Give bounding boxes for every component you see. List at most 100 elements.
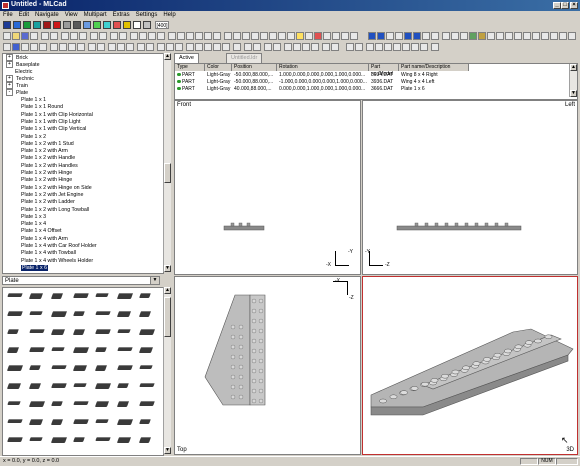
part-thumbnail[interactable] bbox=[117, 329, 131, 333]
last-step-icon[interactable] bbox=[413, 32, 421, 40]
part-thumbnail[interactable] bbox=[138, 347, 154, 353]
brick-7-icon[interactable] bbox=[402, 43, 410, 51]
magnify-2-icon[interactable] bbox=[195, 43, 203, 51]
part-thumbnail[interactable] bbox=[72, 329, 86, 335]
add-clear-icon[interactable] bbox=[251, 32, 259, 40]
tab-untitled[interactable]: Untitled.ldr bbox=[226, 53, 263, 63]
brick-5-icon[interactable] bbox=[384, 43, 392, 51]
part-thumbnail[interactable] bbox=[7, 329, 19, 334]
menu-multipart[interactable]: Multipart bbox=[81, 11, 110, 20]
scroll-thumb[interactable] bbox=[164, 163, 171, 183]
rotate-y-icon[interactable] bbox=[177, 32, 185, 40]
menu-view[interactable]: View bbox=[62, 11, 81, 20]
category-select[interactable]: Plate ▼ bbox=[2, 276, 160, 285]
part-thumbnail[interactable] bbox=[139, 401, 155, 406]
magnify-4-icon[interactable] bbox=[213, 43, 221, 51]
color-icon[interactable] bbox=[314, 32, 322, 40]
cross-y-icon[interactable] bbox=[97, 43, 105, 51]
color-swatch-gray[interactable] bbox=[63, 21, 71, 29]
part-thumbnail[interactable] bbox=[117, 347, 133, 351]
brick-9-icon[interactable] bbox=[420, 43, 428, 51]
zoom-fit-icon[interactable] bbox=[126, 43, 134, 51]
part-thumbnail[interactable] bbox=[28, 401, 46, 407]
part-thumbnail[interactable] bbox=[116, 311, 132, 317]
part-thumbnail[interactable] bbox=[29, 329, 45, 333]
part-thumbnail[interactable] bbox=[116, 437, 132, 443]
lock-icon[interactable] bbox=[244, 43, 252, 51]
measure-icon[interactable] bbox=[264, 43, 272, 51]
column-header-type[interactable]: Type bbox=[175, 64, 205, 71]
new-icon[interactable] bbox=[3, 32, 11, 40]
color-swatch-lime[interactable] bbox=[93, 21, 101, 29]
save-as-icon[interactable] bbox=[30, 32, 38, 40]
view-back-icon[interactable] bbox=[523, 32, 531, 40]
camera-icon[interactable] bbox=[293, 43, 301, 51]
paste-icon[interactable] bbox=[79, 32, 87, 40]
export-icon[interactable] bbox=[50, 32, 58, 40]
part-thumbnail[interactable] bbox=[95, 311, 111, 315]
wireframe-icon[interactable] bbox=[478, 32, 486, 40]
view-bottom-icon[interactable] bbox=[559, 32, 567, 40]
column-header-position[interactable]: Position bbox=[232, 64, 277, 71]
magnify-3-icon[interactable] bbox=[204, 43, 212, 51]
part-thumbnail[interactable] bbox=[7, 419, 23, 423]
menu-settings[interactable]: Settings bbox=[133, 11, 161, 20]
select-none-icon[interactable] bbox=[68, 43, 76, 51]
color-swatch-light-gray[interactable] bbox=[143, 21, 151, 29]
part-thumbnail[interactable] bbox=[29, 437, 43, 441]
part-thumbnail[interactable] bbox=[28, 383, 42, 389]
part-thumbnail[interactable] bbox=[138, 437, 152, 443]
part-thumbnail[interactable] bbox=[73, 311, 85, 316]
snap-icon[interactable] bbox=[442, 32, 450, 40]
show-icon[interactable] bbox=[341, 32, 349, 40]
part-thumbnail[interactable] bbox=[116, 419, 134, 425]
cross-icon[interactable] bbox=[273, 43, 281, 51]
move-up-icon[interactable] bbox=[148, 32, 156, 40]
part-thumbnail[interactable] bbox=[7, 401, 21, 405]
color-swatch-sky[interactable] bbox=[83, 21, 91, 29]
column-header-rotation[interactable]: Rotation bbox=[277, 64, 369, 71]
part-thumbnail[interactable] bbox=[51, 401, 63, 406]
part-thumbnail[interactable] bbox=[73, 383, 87, 387]
part-thumbnail[interactable] bbox=[50, 437, 68, 443]
view-front-icon[interactable] bbox=[514, 32, 522, 40]
arrow-right-icon[interactable] bbox=[39, 43, 47, 51]
color-swatch-dark-gray[interactable] bbox=[73, 21, 81, 29]
brick-3-icon[interactable] bbox=[366, 43, 374, 51]
tree-scrollbar[interactable]: ▲ ▼ bbox=[163, 53, 171, 272]
part-thumbnail[interactable] bbox=[117, 365, 133, 370]
add-comment-icon[interactable] bbox=[233, 32, 241, 40]
mlcad-app-icon[interactable] bbox=[2, 2, 9, 9]
part-thumbnail[interactable] bbox=[72, 347, 90, 353]
zoom-window-icon[interactable] bbox=[166, 43, 174, 51]
brick-8-icon[interactable] bbox=[411, 43, 419, 51]
part-thumbnail[interactable] bbox=[94, 365, 108, 371]
render-icon[interactable] bbox=[469, 32, 477, 40]
brick-4-icon[interactable] bbox=[375, 43, 383, 51]
color-swatch-light-blue[interactable] bbox=[13, 21, 21, 29]
part-thumbnail[interactable] bbox=[7, 311, 23, 316]
rotate-y-neg-icon[interactable] bbox=[204, 32, 212, 40]
part-thumbnail[interactable] bbox=[139, 383, 155, 387]
delete-icon[interactable] bbox=[305, 32, 313, 40]
chevron-down-icon[interactable]: ▼ bbox=[150, 277, 159, 284]
add-light-icon[interactable] bbox=[287, 32, 295, 40]
viewport-top[interactable]: Top -X -Z bbox=[174, 276, 361, 455]
arrow-left-icon[interactable] bbox=[30, 43, 38, 51]
color-swatch-dark-red[interactable] bbox=[43, 21, 51, 29]
scroll-up-icon[interactable]: ▲ bbox=[164, 287, 171, 294]
view-top-icon[interactable] bbox=[550, 32, 558, 40]
layout-icon[interactable] bbox=[487, 32, 495, 40]
maximize-button[interactable]: □ bbox=[561, 2, 569, 9]
select-icon[interactable] bbox=[50, 43, 58, 51]
part-thumbnail[interactable] bbox=[29, 311, 43, 315]
part-thumbnail[interactable] bbox=[6, 347, 20, 353]
bullet-icon[interactable] bbox=[302, 43, 310, 51]
select-all-icon[interactable] bbox=[59, 43, 67, 51]
part-thumbnail[interactable] bbox=[51, 383, 67, 388]
zoom-in-icon[interactable] bbox=[108, 43, 116, 51]
part-thumbnail[interactable] bbox=[29, 365, 41, 370]
part-thumbnail[interactable] bbox=[28, 419, 44, 425]
part-thumbnail[interactable] bbox=[28, 293, 44, 299]
part-thumbnail[interactable] bbox=[95, 347, 107, 352]
